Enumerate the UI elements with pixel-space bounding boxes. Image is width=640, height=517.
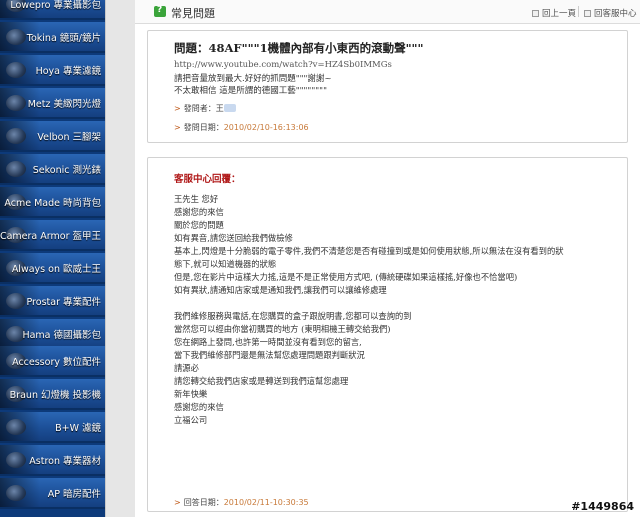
main-content: 常見問題 回上一頁 回客服中心 問題：48AF"""1機體內部有小東西的滾動聲"… [135,0,640,517]
sidebar-item-hoya[interactable]: Hoya 專業濾鏡 [0,55,105,86]
back-icon [532,10,539,17]
sidebar-item-label: Metz 美緻閃光燈 [27,98,101,110]
question-panel: 問題：48AF"""1機體內部有小東西的滾動聲""" http://www.yo… [147,30,628,143]
sidebar-item-label: Lowepro 專業攝影包 [10,0,101,11]
redacted-name [223,104,236,112]
asker-name: 王 [215,104,224,113]
sidebar-item-label: Hoya 專業濾鏡 [35,65,101,77]
answer-line: 當然您可以經由你當初購買的地方 (東明相機王轉交給我們) [174,324,391,334]
home-icon [584,10,591,17]
answer-title: 客服中心回覆： [174,174,241,185]
question-text-line: 不太敢相信 這是所謂的德國工藝"""""""" [174,86,327,96]
sidebar-item-label: Acme Made 時尚背包 [4,197,101,209]
answer-line: 我們維修服務與電話,在您購買的盒子跟說明書,您都可以查詢的到 [174,311,412,321]
sidebar-item-always-on[interactable]: Always on 歐威士王 [0,253,105,284]
answer-line: 當下我們維修部門還是無法幫您處理問題跟判斷狀況 [174,350,365,360]
back-link[interactable]: 回上一頁 [532,7,576,19]
sidebar-item-label: Braun 幻燈機 投影機 [9,389,101,401]
sidebar-item-label: B+W 濾鏡 [55,422,101,434]
question-link[interactable]: http://www.youtube.com/watch?v=HZ4Sb0IMM… [174,60,392,70]
answer-line: 如有異音,請您送回給我們做檢修 [174,233,293,243]
sidebar-item-camera-armor[interactable]: Camera Armor 盔甲王 [0,220,105,251]
sidebar-item-label: Always on 歐威士王 [11,263,101,275]
back-label: 回上一頁 [542,9,577,19]
sidebar: Lowepro 專業攝影包 Tokina 鏡頭/鏡片 Hoya 專業濾鏡 Met… [0,0,105,517]
sidebar-item-label: AP 暗房配件 [47,488,101,500]
sidebar-item-lowepro[interactable]: Lowepro 專業攝影包 [0,0,105,20]
answer-line: 您在網路上發問,也許第一時間並沒有看到您的留言, [174,337,362,347]
sidebar-item-acme-made[interactable]: Acme Made 時尚背包 [0,187,105,218]
page-title: 常見問題 [171,7,215,20]
sidebar-item-label: Camera Armor 盔甲王 [0,230,101,242]
answer-line: 基本上,閃燈是十分脆弱的電子零件,我們不清楚您是否有碰撞到或是如何使用狀態,所以… [174,246,564,256]
answer-line: 請源必 [174,363,199,373]
asker-label: 發問者： [183,104,216,113]
question-text-line: 請把音量放到最大.好好的抓問題"""謝謝~ [174,74,332,84]
sidebar-item-sekonic[interactable]: Sekonic 測光錶 [0,154,105,185]
answer-line: 感謝您的來信 [174,207,224,217]
sidebar-item-label: Velbon 三腳架 [37,131,101,143]
answer-line: 關於您的問題 [174,220,224,230]
answer-line: 請您轉交給我們店家或是轉送到我們這幫您處理 [174,376,349,386]
sidebar-item-accessory[interactable]: Accessory 數位配件 [0,346,105,377]
product-thumbnail [0,55,40,84]
content-header: 常見問題 回上一頁 回客服中心 [135,0,640,24]
answer-date-label: 回答日期： [183,498,224,507]
product-thumbnail [0,412,40,441]
answer-line: 但是,您在影片中這樣大力搖,這是不是正常使用方式吧, (傳統硬碟如果這樣搖,好像… [174,272,518,282]
sidebar-item-braun[interactable]: Braun 幻燈機 投影機 [0,379,105,410]
sidebar-item-astron[interactable]: Astron 專業器材 [0,445,105,476]
asker-info: > 發問者：王 [174,103,236,114]
sidebar-item-tokina[interactable]: Tokina 鏡頭/鏡片 [0,22,105,53]
answer-line: 感謝您的來信 [174,402,224,412]
product-thumbnail [0,478,40,507]
answer-date: > 回答日期：2010/02/11-10:30:35 [174,497,309,508]
sidebar-item-velbon[interactable]: Velbon 三腳架 [0,121,105,152]
answer-line: 新年快樂 [174,389,208,399]
sidebar-item-prostar[interactable]: Prostar 專業配件 [0,286,105,317]
answer-date-value: 2010/02/11-10:30:35 [223,498,309,507]
question-date-value: 2010/02/10-16:13:06 [223,123,309,132]
sidebar-item-bw[interactable]: B+W 濾鏡 [0,412,105,443]
product-thumbnail [0,121,40,150]
bullet-arrow-icon: > [174,123,181,132]
sidebar-item-label: Sekonic 測光錶 [32,164,101,176]
bullet-arrow-icon: > [174,104,181,113]
answer-line: 如有異狀,請通知店家或是通知我們,讓我們可以讓維修處理 [174,285,387,295]
answer-line: 態下,就可以知道機器的狀態 [174,259,277,269]
bullet-arrow-icon: > [174,498,181,507]
sidebar-item-label: Astron 專業器材 [29,455,101,467]
question-title: 問題：48AF"""1機體內部有小東西的滾動聲""" [174,41,424,55]
sidebar-item-label: Hama 德國攝影包 [22,329,101,341]
sidebar-item-metz[interactable]: Metz 美緻閃光燈 [0,88,105,119]
answer-line: 立福公司 [174,415,208,425]
sidebar-item-label: Tokina 鏡頭/鏡片 [26,32,101,44]
answer-line: 王先生 您好 [174,194,219,204]
service-center-label: 回客服中心 [594,9,637,19]
service-center-link[interactable]: 回客服中心 [584,7,637,19]
answer-panel: 客服中心回覆： 王先生 您好 感謝您的來信 關於您的問題 如有異音,請您送回給我… [147,157,628,512]
sidebar-item-label: Prostar 專業配件 [26,296,102,308]
question-date-label: 發問日期： [183,123,224,132]
page-gutter [105,0,135,517]
watermark: #1449864 [571,500,634,513]
sidebar-item-ap[interactable]: AP 暗房配件 [0,478,105,509]
faq-icon [154,5,166,17]
sidebar-item-label: Accessory 數位配件 [12,356,101,368]
nav-divider [578,6,579,17]
question-date: > 發問日期：2010/02/10-16:13:06 [174,122,309,133]
